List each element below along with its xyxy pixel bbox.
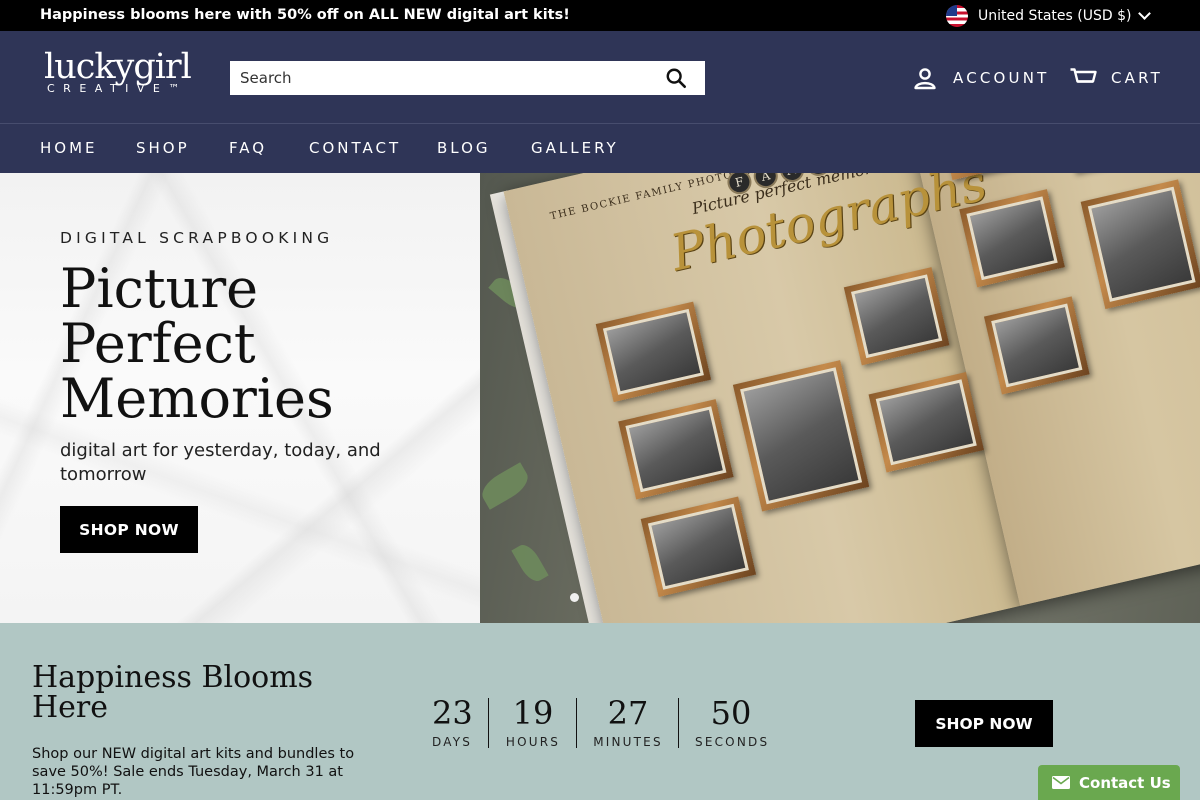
- contact-us-button[interactable]: Contact Us: [1038, 765, 1180, 800]
- countdown-divider: [488, 698, 489, 748]
- nav-item-gallery[interactable]: GALLERY: [531, 139, 619, 157]
- cart-icon: [1070, 68, 1097, 83]
- leaf-decoration: [480, 462, 534, 510]
- mail-icon: [1052, 776, 1070, 789]
- announcement-bar: Happiness blooms here with 50% off on AL…: [0, 0, 1200, 31]
- countdown-value: 23: [432, 694, 473, 732]
- hero-image: THE BOCKIE FAMILY PHOTO GALLERY Picture …: [480, 173, 1200, 623]
- nav-item-contact[interactable]: CONTACT: [309, 139, 401, 157]
- search-bar: [230, 61, 705, 95]
- countdown-value: 50: [710, 694, 752, 732]
- cart-link[interactable]: CART: [1069, 64, 1163, 92]
- nav-item-faq[interactable]: FAQ: [229, 139, 267, 157]
- hero-text-panel: DIGITAL SCRAPBOOKING Picture Perfect Mem…: [0, 173, 480, 623]
- site-header: luckygirl CREATIVE™ ACCOUNT CART: [0, 31, 1200, 123]
- countdown-minutes: 27 MINUTES: [593, 697, 663, 749]
- hero-title: Picture Perfect Memories: [60, 257, 334, 430]
- logo-subtitle: CREATIVE™: [47, 82, 188, 95]
- search-icon[interactable]: [665, 67, 687, 89]
- hero-slideshow: DIGITAL SCRAPBOOKING Picture Perfect Mem…: [0, 173, 1200, 623]
- nav-item-home[interactable]: HOME: [40, 139, 98, 157]
- currency-label: United States (USD $): [978, 8, 1132, 24]
- hero-shop-now-button[interactable]: SHOP NOW: [60, 506, 198, 553]
- countdown-label: SECONDS: [695, 735, 770, 749]
- currency-selector[interactable]: United States (USD $): [946, 5, 1149, 27]
- slide-dot-active[interactable]: [570, 593, 579, 602]
- countdown-divider: [576, 698, 577, 748]
- user-icon: [914, 68, 936, 90]
- main-nav: HOME SHOP FAQ CONTACT BLOG GALLERY: [0, 123, 1200, 173]
- slide-dots: [570, 593, 579, 602]
- account-label: ACCOUNT: [953, 69, 1050, 87]
- cart-label: CART: [1111, 69, 1164, 87]
- leaf-decoration: [511, 540, 549, 586]
- countdown-title: Happiness Blooms Here: [32, 660, 314, 725]
- contact-us-label: Contact Us: [1079, 773, 1171, 792]
- countdown-label: HOURS: [505, 735, 561, 749]
- photo-album: THE BOCKIE FAMILY PHOTO GALLERY Picture …: [489, 173, 1200, 623]
- nav-item-blog[interactable]: BLOG: [437, 139, 491, 157]
- countdown-hours: 19 HOURS: [505, 697, 561, 749]
- countdown-banner: Happiness Blooms Here Shop our NEW digit…: [0, 623, 1200, 800]
- logo-wordmark: luckygirl: [44, 47, 192, 87]
- countdown-value: 27: [607, 694, 649, 732]
- countdown-days: 23 DAYS: [432, 694, 473, 749]
- countdown-value: 19: [512, 694, 554, 732]
- countdown-seconds: 50 SECONDS: [695, 697, 767, 749]
- site-logo[interactable]: luckygirl CREATIVE™: [44, 49, 204, 101]
- countdown-shop-now-button[interactable]: SHOP NOW: [915, 700, 1053, 747]
- search-input[interactable]: [230, 61, 650, 95]
- nav-item-shop[interactable]: SHOP: [136, 139, 190, 157]
- hero-eyebrow: DIGITAL SCRAPBOOKING: [60, 229, 334, 247]
- account-link[interactable]: ACCOUNT: [913, 64, 1050, 92]
- chevron-down-icon: [1139, 9, 1149, 19]
- countdown-divider: [678, 698, 679, 748]
- announcement-text: Happiness blooms here with 50% off on AL…: [40, 7, 570, 23]
- us-flag-icon: [946, 5, 968, 27]
- hero-subtitle: digital art for yesterday, today, and to…: [60, 440, 381, 485]
- countdown-label: MINUTES: [593, 735, 663, 749]
- countdown-description: Shop our NEW digital art kits and bundle…: [32, 746, 355, 798]
- countdown-label: DAYS: [432, 735, 473, 749]
